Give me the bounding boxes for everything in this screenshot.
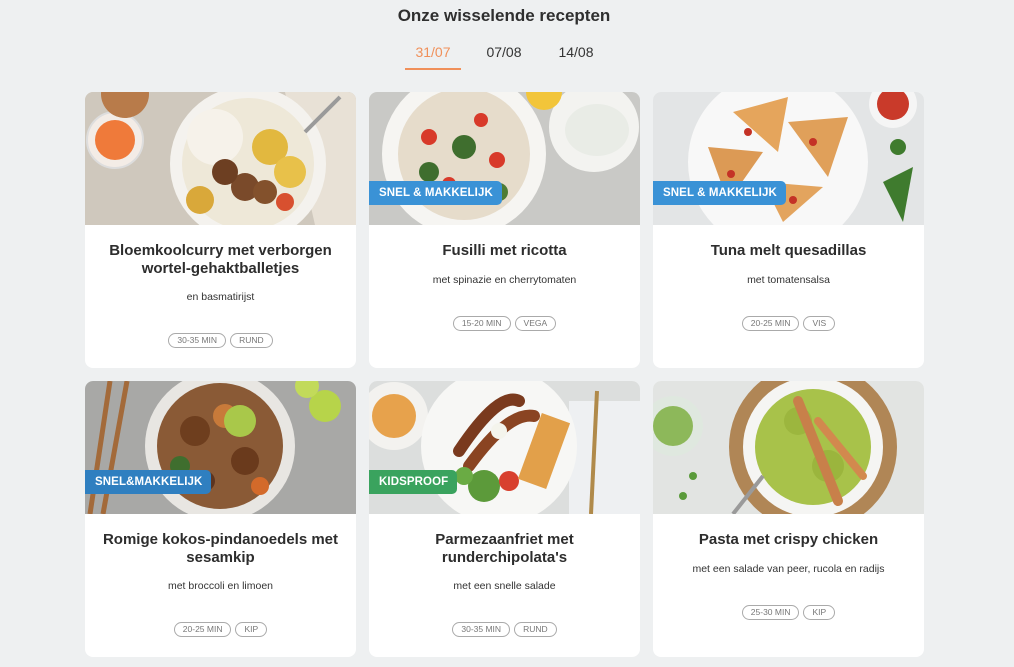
recipe-card[interactable]: SNEL & MAKKELIJK Tuna melt quesadillas m… xyxy=(653,92,924,368)
recipe-tags: 30-35 MIN RUND xyxy=(369,622,640,637)
recipe-title[interactable]: Parmezaanfriet met runderchipolata's xyxy=(383,531,626,567)
recipe-image xyxy=(85,381,356,514)
week-tabs: 31/07 07/08 14/08 xyxy=(0,44,1008,70)
recipe-image xyxy=(85,92,356,225)
category-tag: RUND xyxy=(514,622,557,637)
recipe-badge: SNEL & MAKKELIJK xyxy=(369,181,502,205)
recipe-subtitle: met een salade van peer, rucola en radij… xyxy=(692,563,885,575)
recipe-title[interactable]: Bloemkoolcurry met verborgen wortel-geha… xyxy=(99,242,342,278)
tab-week-3[interactable]: 14/08 xyxy=(552,44,600,68)
recipe-subtitle: met broccoli en limoen xyxy=(167,580,274,592)
recipe-badge: KIDSPROOF xyxy=(369,470,458,494)
recipe-card[interactable]: SNEL&MAKKELIJK Romige kokos-pindanoedels… xyxy=(85,381,356,657)
category-tag: RUND xyxy=(230,333,273,348)
recipe-card[interactable]: KIDSPROOF Parmezaanfriet met runderchipo… xyxy=(369,381,640,657)
recipe-title[interactable]: Pasta met crispy chicken xyxy=(667,531,910,549)
recipe-card[interactable]: Pasta met crispy chicken met een salade … xyxy=(653,381,924,657)
recipe-image xyxy=(369,381,640,514)
recipe-image xyxy=(369,92,640,225)
recipe-subtitle: en basmatirijst xyxy=(186,291,255,303)
time-tag: 30-35 MIN xyxy=(452,622,511,637)
recipe-tags: 25-30 MIN KIP xyxy=(653,605,924,620)
time-tag: 25-30 MIN xyxy=(741,605,800,620)
recipe-badge: SNEL&MAKKELIJK xyxy=(85,470,212,494)
category-tag: KIP xyxy=(803,605,836,620)
recipe-tags: 15-20 MIN VEGA xyxy=(369,316,640,331)
recipe-subtitle: met tomatensalsa xyxy=(747,274,830,286)
time-tag: 15-20 MIN xyxy=(452,316,511,331)
recipe-title[interactable]: Tuna melt quesadillas xyxy=(667,242,910,260)
tab-week-1[interactable]: 31/07 xyxy=(405,44,461,70)
recipe-badge: SNEL & MAKKELIJK xyxy=(653,181,786,205)
recipe-title[interactable]: Fusilli met ricotta xyxy=(383,242,626,260)
recipe-card[interactable]: Bloemkoolcurry met verborgen wortel-geha… xyxy=(85,92,356,368)
recipe-image xyxy=(653,381,924,514)
recipe-tags: 20-25 MIN KIP xyxy=(85,622,356,637)
recipe-subtitle: met spinazie en cherrytomaten xyxy=(432,274,577,286)
time-tag: 20-25 MIN xyxy=(173,622,232,637)
recipe-title[interactable]: Romige kokos-pindanoedels met sesamkip xyxy=(99,531,342,567)
category-tag: VEGA xyxy=(514,316,557,331)
page-title: Onze wisselende recepten xyxy=(397,6,611,25)
time-tag: 20-25 MIN xyxy=(741,316,800,331)
recipe-card[interactable]: SNEL & MAKKELIJK Fusilli met ricotta met… xyxy=(369,92,640,368)
recipe-subtitle: met een snelle salade xyxy=(453,580,556,592)
recipe-tags: 20-25 MIN VIS xyxy=(653,316,924,331)
recipe-image xyxy=(653,92,924,225)
category-tag: KIP xyxy=(235,622,268,637)
time-tag: 30-35 MIN xyxy=(168,333,227,348)
tab-week-2[interactable]: 07/08 xyxy=(480,44,528,68)
recipe-tags: 30-35 MIN RUND xyxy=(85,333,356,348)
category-tag: VIS xyxy=(803,316,836,331)
